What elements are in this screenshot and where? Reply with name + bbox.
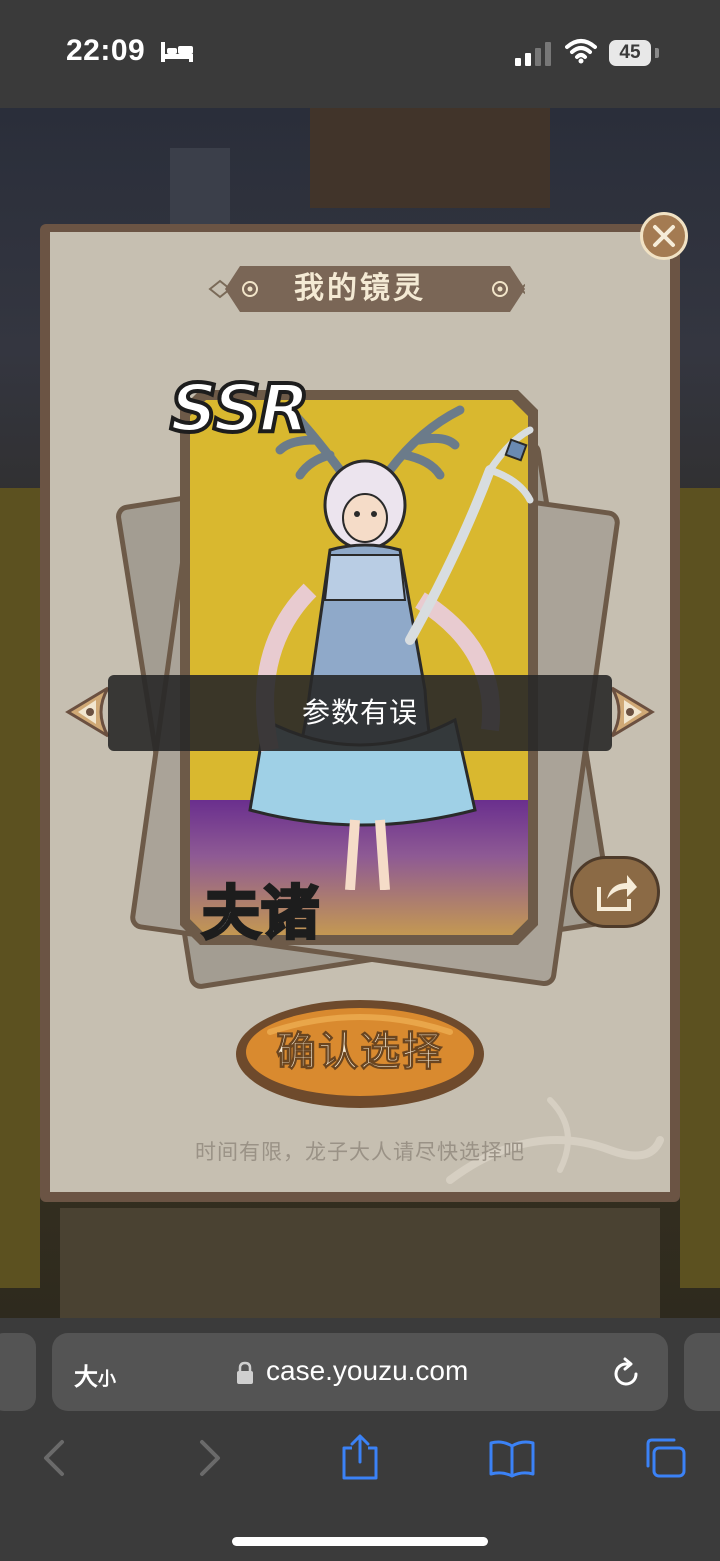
arrow-right-icon[interactable]: [610, 684, 656, 740]
close-button[interactable]: [640, 212, 688, 260]
battery-icon: 45: [609, 40, 651, 66]
character-name: 夫诸: [200, 878, 321, 949]
bg-bottom-art: [60, 1208, 660, 1318]
bookmarks-icon[interactable]: [488, 1440, 536, 1478]
close-icon: [653, 225, 675, 247]
wifi-icon: [565, 39, 597, 64]
hint-text: 时间有限，龙子大人请尽快选择吧: [195, 1140, 525, 1164]
reload-icon[interactable]: [612, 1356, 642, 1388]
previous-tab-peek[interactable]: [0, 1333, 36, 1411]
next-tab-peek[interactable]: [684, 1333, 720, 1411]
url-text: case.youzu.com: [266, 1355, 469, 1386]
signal-icon: [515, 42, 551, 66]
bg-roof: [310, 108, 550, 208]
status-time: 22:09: [66, 34, 146, 67]
bg-panel-left: [0, 488, 40, 1288]
arrow-left-icon[interactable]: [64, 684, 110, 740]
share-icon: [597, 875, 637, 911]
share-card-button[interactable]: [570, 856, 660, 928]
decorative-swirl: [446, 1097, 664, 1184]
status-bar: 22:09 45: [0, 0, 720, 108]
text-size-button[interactable]: 大小: [74, 1357, 116, 1392]
bg-panel-right: [680, 488, 720, 1288]
text-size-small-label: 小: [98, 1369, 116, 1390]
forward-icon[interactable]: [196, 1438, 224, 1478]
battery-nub: [655, 48, 659, 58]
text-size-large-label: 大: [74, 1363, 98, 1391]
share-icon[interactable]: [340, 1434, 380, 1480]
bed-icon: [161, 42, 193, 62]
tabs-icon[interactable]: [642, 1436, 688, 1480]
rarity-badge: SSR: [168, 368, 312, 449]
modal-title: 我的镜灵: [294, 271, 426, 306]
lock-icon: [237, 1361, 253, 1384]
error-toast: 参数有误: [108, 675, 612, 751]
character-illustration: [248, 405, 534, 890]
back-icon[interactable]: [40, 1438, 68, 1478]
home-indicator[interactable]: [232, 1537, 488, 1546]
